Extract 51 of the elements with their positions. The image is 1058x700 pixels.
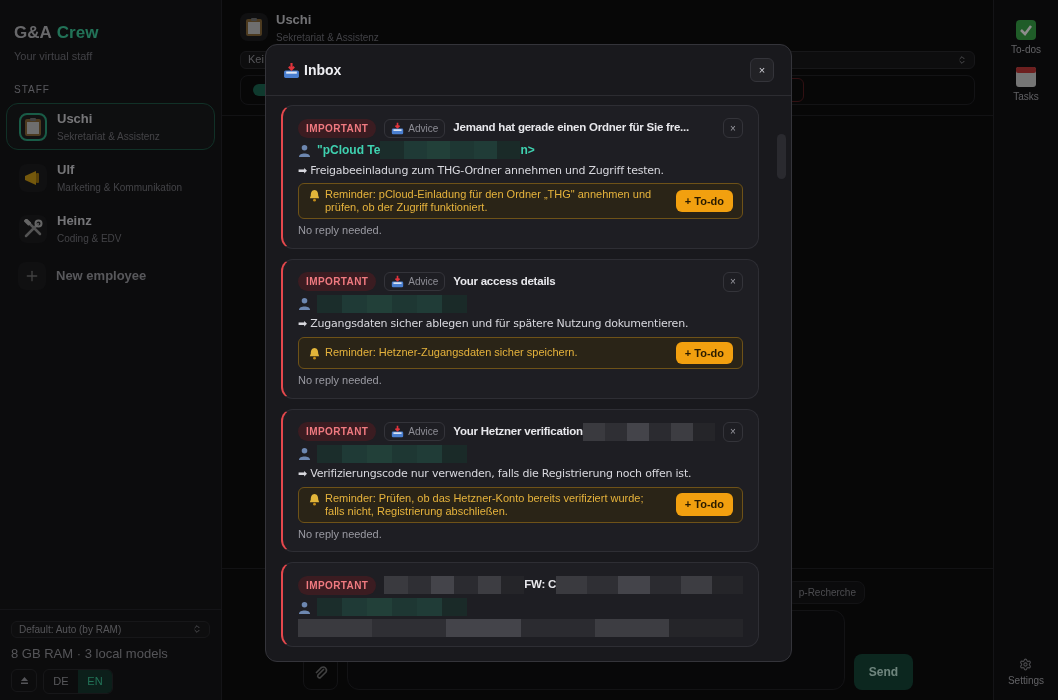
language-option[interactable]: EN — [78, 670, 112, 693]
sender-name: n> — [520, 142, 535, 159]
action-line: ➡ Freigabeeinladung zum THG-Ordner annehmen und Zugriff testen. — [298, 162, 664, 179]
dismiss-button[interactable]: × — [723, 118, 743, 138]
priority-badge: IMPORTANT — [298, 422, 377, 441]
close-button[interactable]: × — [750, 58, 774, 82]
reply-note: No reply needed. — [298, 526, 383, 542]
add-todo-button[interactable]: + To-do — [675, 493, 733, 516]
agent-name: Uschi — [276, 11, 313, 29]
staff-name: Ulf — [57, 161, 76, 180]
message-subject: Your access details — [453, 273, 556, 289]
logo-accent: Crew — [56, 22, 99, 44]
category-tag: Advice — [384, 272, 446, 291]
reminder-text: Reminder: Prüfen, ob das Hetzner-Konto bereits verifiziert wurde; falls nicht, Registrierung abschließen. — [325, 491, 645, 518]
send-button[interactable]: Send — [854, 654, 913, 690]
dialog-title: Inbox — [304, 60, 342, 80]
action-line: ➡ Zugangsdaten sicher ablegen und für spätere Nutzung dokumentieren. — [298, 316, 689, 333]
staff-role: Marketing & Kommunikation — [57, 180, 183, 195]
dismiss-button[interactable]: × — [723, 271, 743, 292]
dismiss-button[interactable]: × — [723, 421, 743, 442]
action-line: ➡ Verifizierungscode nur verwenden, falls die Registrierung noch offen ist. — [298, 466, 692, 483]
agent-role: Sekretariat & Assistenz — [276, 30, 379, 45]
system-info: 8 GB RAM · 3 local models — [11, 644, 169, 663]
logo-text: G&A — [14, 22, 52, 44]
category-tag: Advice — [384, 422, 446, 441]
staff-name: Uschi — [57, 110, 94, 129]
message-subject: Jemand hat gerade einen Ordner für Sie fre... — [453, 120, 689, 136]
rail-item[interactable]: To-dos — [1011, 20, 1041, 57]
section-label: STAFF — [14, 83, 51, 97]
staff-name: Heinz — [57, 212, 93, 231]
rail-label: To-dos — [1011, 43, 1041, 57]
language-option[interactable]: DE — [44, 670, 78, 693]
priority-badge: IMPORTANT — [298, 118, 377, 138]
message-subject: FW: C — [524, 577, 557, 593]
new-employee-item[interactable]: New employee — [6, 256, 215, 296]
category-tag: Advice — [384, 118, 446, 138]
rail-label: Tasks — [1013, 90, 1039, 104]
add-todo-button[interactable]: + To-do — [675, 189, 733, 213]
model-select[interactable]: Default: Auto (by RAM) — [11, 620, 210, 638]
priority-badge: IMPORTANT — [298, 575, 377, 595]
reminder-text: Reminder: Hetzner-Zugangsdaten sicher speichern. — [325, 345, 578, 359]
rail-item[interactable]: Tasks — [1013, 67, 1039, 104]
message-subject: Your Hetzner verification — [453, 423, 583, 439]
settings-item[interactable]: Settings — [1007, 658, 1045, 688]
reply-note: No reply needed. — [298, 223, 383, 238]
reply-note: No reply needed. — [298, 373, 383, 388]
add-todo-button[interactable]: + To-do — [675, 341, 733, 364]
priority-badge: IMPORTANT — [298, 272, 377, 291]
sender-name: "pCloud Te — [317, 142, 381, 159]
reminder-text: Reminder: pCloud-Einladung für den Ordner „THG" annehmen und prüfen, ob der Zugriff funktioniert. — [325, 188, 653, 214]
staff-item[interactable]: Ulf Marketing & Kommunikation — [6, 154, 215, 201]
